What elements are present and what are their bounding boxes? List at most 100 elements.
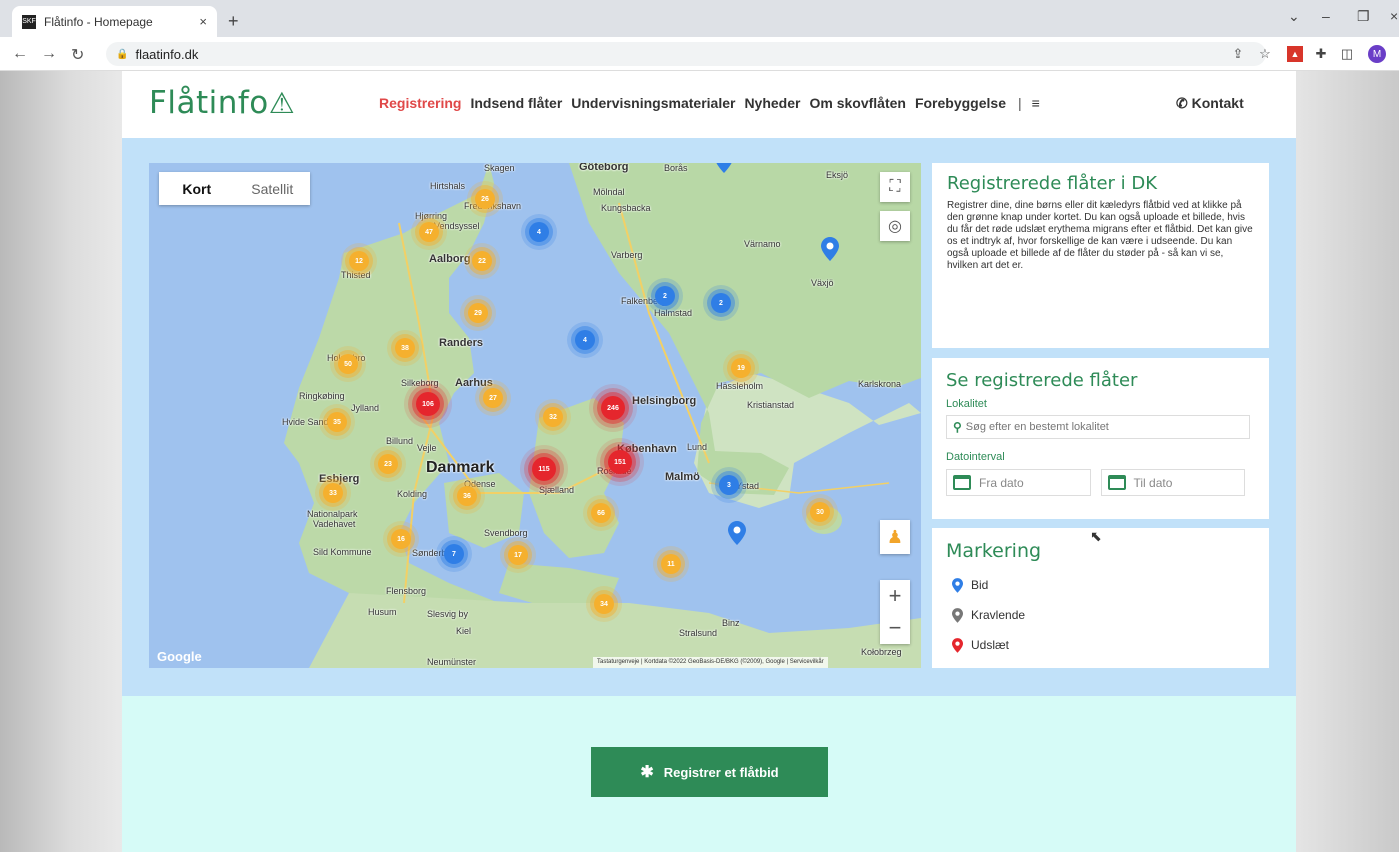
- blue-pin-icon: [952, 577, 963, 593]
- minimize-icon[interactable]: –: [1322, 8, 1330, 24]
- map-label: Malmö: [665, 471, 700, 483]
- map-label: Flensborg: [386, 586, 427, 596]
- cluster-marker[interactable]: 23: [378, 454, 398, 474]
- map-label: Husum: [368, 607, 397, 617]
- back-icon[interactable]: ←: [12, 45, 28, 63]
- cta-section: ✱ Registrer et flåtbid: [122, 696, 1296, 852]
- tab-close-icon[interactable]: ×: [199, 14, 207, 29]
- cluster-marker[interactable]: 47: [419, 222, 439, 242]
- street-view-pegman-icon[interactable]: ♟: [880, 520, 910, 554]
- cluster-marker[interactable]: 115: [532, 457, 556, 481]
- cluster-marker[interactable]: 12: [349, 251, 369, 271]
- cluster-marker[interactable]: 19: [731, 358, 751, 378]
- bookmark-star-icon[interactable]: ☆: [1257, 46, 1273, 62]
- bite-pin-icon[interactable]: [821, 237, 839, 261]
- url-field[interactable]: 🔒 flaatinfo.dk: [106, 42, 1266, 66]
- browser-tab[interactable]: SKF Flåtinfo - Homepage ×: [12, 6, 217, 37]
- tab-search-icon[interactable]: ⌄: [1288, 8, 1300, 25]
- to-date-field[interactable]: Til dato: [1100, 469, 1245, 496]
- map-type-toggle: Kort Satellit: [159, 172, 310, 205]
- cluster-marker[interactable]: 4: [529, 222, 549, 242]
- register-bite-button[interactable]: ✱ Registrer et flåtbid: [591, 747, 828, 797]
- map-label: Randers: [439, 337, 484, 349]
- cluster-marker[interactable]: 106: [416, 392, 440, 416]
- cluster-marker[interactable]: 50: [338, 354, 358, 374]
- cluster-marker[interactable]: 32: [543, 407, 563, 427]
- cluster-marker[interactable]: 7: [444, 544, 464, 564]
- forward-icon[interactable]: →: [41, 45, 57, 63]
- cluster-marker[interactable]: 151: [608, 450, 632, 474]
- map-label: Sjælland: [539, 485, 575, 495]
- main-nav: Registrering Indsend flåter Undervisning…: [379, 95, 1040, 111]
- map-label: Hjørring: [415, 211, 448, 221]
- cluster-marker[interactable]: 2: [655, 286, 675, 306]
- cluster-marker[interactable]: 2: [711, 293, 731, 313]
- contact-link[interactable]: ✆ Kontakt: [1176, 95, 1244, 112]
- cluster-marker[interactable]: 17: [508, 545, 528, 565]
- page-viewport: Flåtinfo⚠ Registrering Indsend flåter Un…: [0, 71, 1399, 852]
- nav-indsend-flaater[interactable]: Indsend flåter: [470, 95, 562, 111]
- tab-title: Flåtinfo - Homepage: [44, 14, 153, 29]
- nav-undervisningsmaterialer[interactable]: Undervisningsmaterialer: [571, 95, 735, 111]
- map-label: Göteborg: [579, 163, 629, 173]
- site-logo[interactable]: Flåtinfo⚠: [149, 85, 295, 121]
- cluster-marker[interactable]: 33: [323, 483, 343, 503]
- bite-pin-icon[interactable]: [728, 521, 746, 545]
- cluster-marker[interactable]: 29: [468, 303, 488, 323]
- cluster-marker[interactable]: 22: [472, 251, 492, 271]
- nav-om-skovflaaten[interactable]: Om skovflåten: [809, 95, 905, 111]
- profile-avatar[interactable]: M: [1368, 45, 1386, 63]
- grey-pin-icon: [952, 607, 963, 623]
- map-label: Kołobrzeg: [861, 647, 902, 657]
- map-label: Silkeborg: [401, 378, 439, 388]
- maximize-icon[interactable]: ❐: [1357, 8, 1370, 25]
- zoom-out-button[interactable]: −: [880, 612, 910, 644]
- cluster-marker[interactable]: 66: [591, 503, 611, 523]
- cluster-marker[interactable]: 30: [810, 502, 830, 522]
- new-tab-icon[interactable]: +: [228, 11, 239, 32]
- map-label: Eksjö: [826, 170, 849, 180]
- map-label: Helsingborg: [632, 395, 697, 407]
- close-window-icon[interactable]: ×: [1390, 8, 1398, 24]
- fullscreen-icon[interactable]: ⛶: [880, 172, 910, 202]
- location-search-input[interactable]: ⚲ Søg efter en bestemt lokalitet: [946, 415, 1250, 439]
- menu-icon[interactable]: ≡: [1032, 95, 1040, 111]
- cluster-marker[interactable]: 35: [327, 412, 347, 432]
- reload-icon[interactable]: ↻: [71, 45, 84, 65]
- legend-item-kravlende: Kravlende: [946, 600, 1255, 630]
- bite-pin-icon[interactable]: [715, 163, 733, 173]
- nav-nyheder[interactable]: Nyheder: [744, 95, 800, 111]
- cluster-marker[interactable]: 34: [594, 594, 614, 614]
- date-interval-label: Datointerval: [946, 451, 1005, 463]
- map-label: Nationalpark: [307, 509, 358, 519]
- site-favicon-icon: SKF: [22, 14, 36, 29]
- legend-list: Bid Kravlende Udslæt: [946, 570, 1255, 660]
- puzzle-extensions-icon[interactable]: ✚: [1313, 46, 1329, 62]
- nav-forebyggelse[interactable]: Forebyggelse: [915, 95, 1006, 111]
- cluster-marker[interactable]: 36: [457, 486, 477, 506]
- cluster-marker[interactable]: 246: [601, 396, 625, 420]
- cluster-marker[interactable]: 3: [719, 475, 739, 495]
- zoom-in-button[interactable]: +: [880, 580, 910, 612]
- my-location-icon[interactable]: ◎: [880, 211, 910, 241]
- cluster-marker[interactable]: 11: [661, 554, 681, 574]
- map-type-kort[interactable]: Kort: [159, 172, 235, 205]
- extension-icon[interactable]: ▲: [1287, 46, 1303, 62]
- map-attribution[interactable]: Tastaturgenveje | Kortdata ©2022 GeoBasi…: [593, 657, 828, 668]
- search-placeholder: Søg efter en bestemt lokalitet: [965, 421, 1109, 433]
- map[interactable]: Kort Satellit ⛶ ◎ ♟ + − Google Tastaturg…: [149, 163, 921, 668]
- cluster-marker[interactable]: 27: [483, 388, 503, 408]
- legend-label: Udslæt: [971, 638, 1010, 652]
- info-title: Registrerede flåter i DK: [947, 173, 1158, 194]
- cluster-marker[interactable]: 16: [391, 529, 411, 549]
- from-date-placeholder: Fra dato: [979, 475, 1024, 490]
- from-date-field[interactable]: Fra dato: [946, 469, 1091, 496]
- side-panel-icon[interactable]: ◫: [1339, 46, 1355, 62]
- map-type-satellit[interactable]: Satellit: [235, 172, 311, 205]
- cluster-marker[interactable]: 26: [475, 189, 495, 209]
- cluster-marker[interactable]: 4: [575, 330, 595, 350]
- share-icon[interactable]: ⇪: [1230, 46, 1246, 62]
- cluster-marker[interactable]: 38: [395, 338, 415, 358]
- nav-registrering[interactable]: Registrering: [379, 95, 461, 111]
- browser-tab-bar: SKF Flåtinfo - Homepage × + ⌄ – ❐ ×: [0, 0, 1399, 37]
